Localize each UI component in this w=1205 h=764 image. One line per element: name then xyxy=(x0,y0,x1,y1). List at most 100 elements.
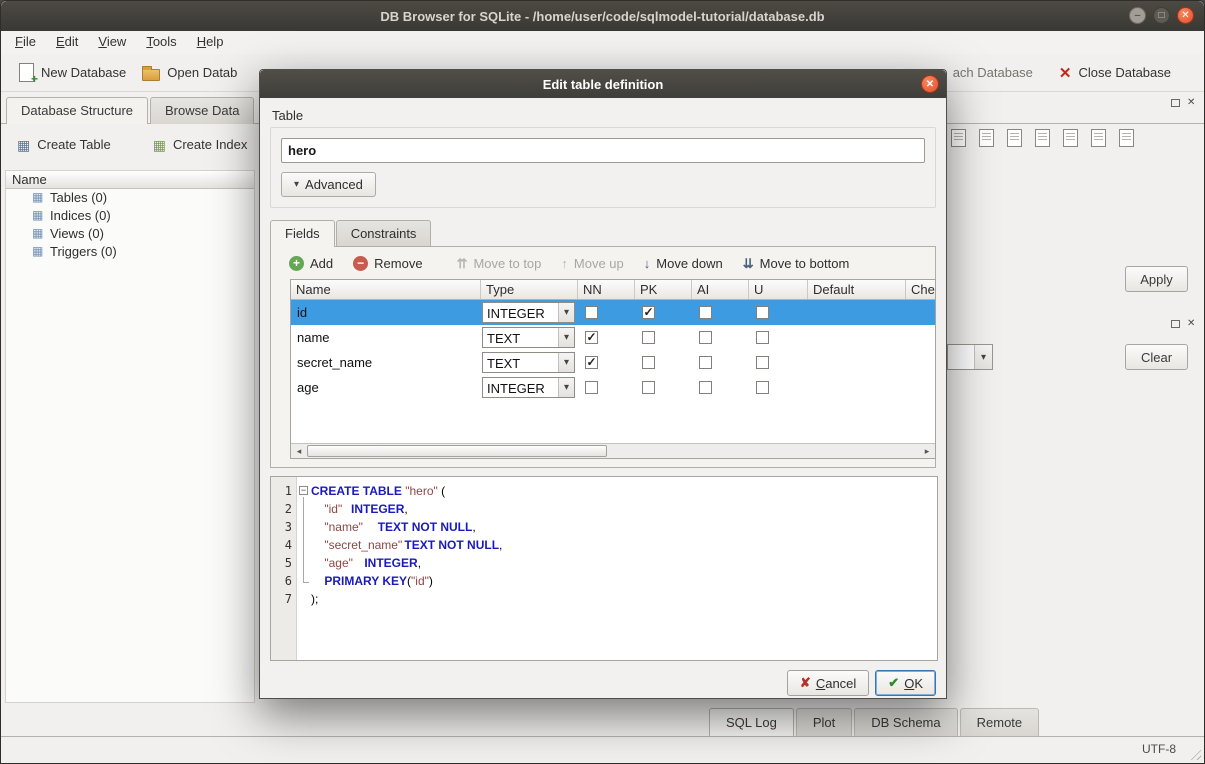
close-window-icon[interactable]: ✕ xyxy=(1177,7,1194,24)
type-combobox[interactable]: INTEGER▾ xyxy=(482,302,575,323)
field-row-name[interactable]: nameTEXT▾ ✓ xyxy=(291,325,935,350)
u-checkbox[interactable] xyxy=(756,381,769,394)
new-database-button[interactable]: + New Database xyxy=(11,59,134,86)
cell-editor-toolbar-icon[interactable] xyxy=(1007,129,1022,147)
maximize-icon[interactable]: □ xyxy=(1153,7,1170,24)
partial-combobox[interactable]: ▾ xyxy=(947,344,993,370)
create-table-button[interactable]: ▦ Create Table xyxy=(9,133,119,156)
move-down-button[interactable]: ↓ Move down xyxy=(644,256,723,271)
menu-help[interactable]: Help xyxy=(187,31,234,54)
dock-float-icon[interactable] xyxy=(1171,99,1180,107)
move-up-button[interactable]: ↑ Move up xyxy=(561,256,623,271)
pk-checkbox[interactable] xyxy=(642,356,655,369)
minimize-icon[interactable]: – xyxy=(1129,7,1146,24)
ai-checkbox[interactable] xyxy=(699,381,712,394)
ai-checkbox[interactable] xyxy=(699,356,712,369)
tree-header-name[interactable]: Name xyxy=(6,171,254,189)
move-to-top-button[interactable]: ⇈ Move to top xyxy=(457,256,542,271)
tab-fields[interactable]: Fields xyxy=(270,220,335,247)
check-cell[interactable] xyxy=(906,350,935,375)
tab-browse-data[interactable]: Browse Data xyxy=(150,97,254,124)
check-cell[interactable] xyxy=(906,300,935,325)
tree-item-tables[interactable]: ▦ Tables (0) xyxy=(6,189,254,207)
cell-editor-toolbar-icon[interactable] xyxy=(1063,129,1078,147)
menu-tools[interactable]: Tools xyxy=(136,31,186,54)
u-checkbox[interactable] xyxy=(756,306,769,319)
pk-checkbox[interactable] xyxy=(642,331,655,344)
check-cell[interactable] xyxy=(906,325,935,350)
scroll-right-icon[interactable]: ▸ xyxy=(919,444,935,459)
menu-file[interactable]: File xyxy=(5,31,46,54)
nn-checkbox[interactable] xyxy=(585,306,598,319)
type-combobox[interactable]: TEXT▾ xyxy=(482,327,575,348)
type-combobox[interactable]: INTEGER▾ xyxy=(482,377,575,398)
cancel-button[interactable]: ✘ Cancel xyxy=(787,670,869,696)
nn-checkbox[interactable] xyxy=(585,381,598,394)
column-header-u[interactable]: U xyxy=(749,280,808,299)
tree-item-indices[interactable]: ▦ Indices (0) xyxy=(6,207,254,225)
cell-editor-toolbar-icon[interactable] xyxy=(1119,129,1134,147)
column-header-type[interactable]: Type xyxy=(481,280,578,299)
scroll-left-icon[interactable]: ◂ xyxy=(291,444,307,459)
horizontal-scrollbar[interactable]: ◂ ▸ xyxy=(291,443,935,458)
open-database-button[interactable]: Open Datab xyxy=(134,61,245,85)
tab-remote[interactable]: Remote xyxy=(960,708,1040,736)
field-name-cell[interactable]: age xyxy=(291,375,481,400)
tab-constraints[interactable]: Constraints xyxy=(336,220,432,246)
field-row-id[interactable]: idINTEGER▾ ✓ xyxy=(291,300,935,325)
tree-item-views[interactable]: ▦ Views (0) xyxy=(6,225,254,243)
column-header-name[interactable]: Name xyxy=(291,280,481,299)
tab-database-structure[interactable]: Database Structure xyxy=(6,97,148,124)
dock-close-icon[interactable]: ✕ xyxy=(1187,98,1195,108)
cell-editor-toolbar-icon[interactable] xyxy=(979,129,994,147)
resize-grip[interactable] xyxy=(1188,747,1201,760)
cell-editor-toolbar-icon[interactable] xyxy=(1035,129,1050,147)
column-header-pk[interactable]: PK xyxy=(635,280,692,299)
default-cell[interactable] xyxy=(808,375,906,400)
tree-item-triggers[interactable]: ▦ Triggers (0) xyxy=(6,243,254,261)
field-row-secret_name[interactable]: secret_nameTEXT▾ ✓ xyxy=(291,350,935,375)
scrollbar-thumb[interactable] xyxy=(307,445,607,457)
add-field-button[interactable]: + Add xyxy=(289,256,333,271)
nn-checkbox[interactable]: ✓ xyxy=(585,331,598,344)
close-database-button[interactable]: ✕ Close Database xyxy=(1051,60,1179,86)
cell-editor-toolbar-icon[interactable] xyxy=(951,129,966,147)
column-header-default[interactable]: Default xyxy=(808,280,906,299)
create-index-button[interactable]: ▦ Create Index xyxy=(145,133,256,156)
default-cell[interactable] xyxy=(808,300,906,325)
column-header-check[interactable]: Che xyxy=(906,280,935,299)
field-name-cell[interactable]: name xyxy=(291,325,481,350)
dock-float-icon[interactable] xyxy=(1171,320,1180,328)
column-header-nn[interactable]: NN xyxy=(578,280,635,299)
sql-preview-editor[interactable]: 1234567 − CREATE TABLE "hero" ( "id" INT… xyxy=(270,476,938,661)
tab-db-schema[interactable]: DB Schema xyxy=(854,708,957,736)
ok-button[interactable]: ✔ OK xyxy=(875,670,936,696)
ai-checkbox[interactable] xyxy=(699,331,712,344)
fold-collapse-icon[interactable]: − xyxy=(299,486,308,495)
nn-checkbox[interactable]: ✓ xyxy=(585,356,598,369)
field-name-cell[interactable]: secret_name xyxy=(291,350,481,375)
tab-sql-log[interactable]: SQL Log xyxy=(709,708,794,736)
menu-view[interactable]: View xyxy=(88,31,136,54)
remove-field-button[interactable]: − Remove xyxy=(353,256,422,271)
field-name-cell[interactable]: id xyxy=(291,300,481,325)
menu-edit[interactable]: Edit xyxy=(46,31,88,54)
u-checkbox[interactable] xyxy=(756,331,769,344)
type-combobox[interactable]: TEXT▾ xyxy=(482,352,575,373)
move-to-bottom-button[interactable]: ⇊ Move to bottom xyxy=(743,256,850,271)
advanced-toggle-button[interactable]: ▾ Advanced xyxy=(281,172,376,197)
table-name-input[interactable] xyxy=(281,138,925,163)
dialog-close-icon[interactable]: ✕ xyxy=(921,75,939,93)
pk-checkbox[interactable] xyxy=(642,381,655,394)
cell-editor-toolbar-icon[interactable] xyxy=(1091,129,1106,147)
field-row-age[interactable]: ageINTEGER▾ xyxy=(291,375,935,400)
attach-database-button[interactable]: ach Database xyxy=(953,65,1033,80)
clear-button[interactable]: Clear xyxy=(1125,344,1188,370)
apply-button[interactable]: Apply xyxy=(1125,266,1188,292)
dock-close-icon[interactable]: ✕ xyxy=(1187,319,1195,329)
pk-checkbox[interactable]: ✓ xyxy=(642,306,655,319)
column-header-ai[interactable]: AI xyxy=(692,280,749,299)
u-checkbox[interactable] xyxy=(756,356,769,369)
default-cell[interactable] xyxy=(808,325,906,350)
default-cell[interactable] xyxy=(808,350,906,375)
